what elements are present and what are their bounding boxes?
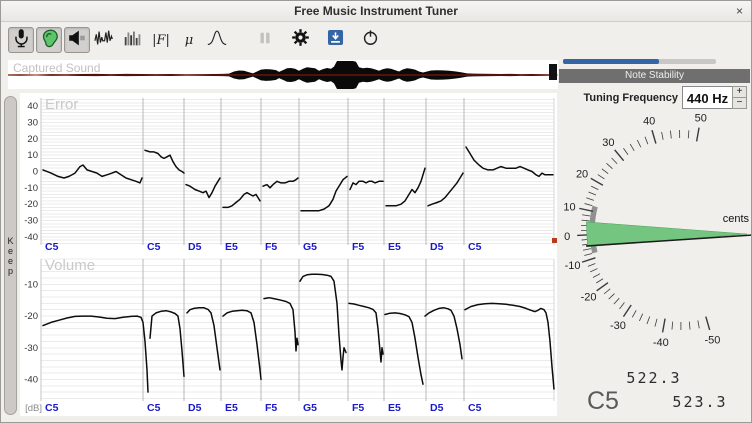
svg-text:20: 20: [27, 134, 38, 145]
waveform-icon: [94, 27, 116, 54]
svg-text:C5: C5: [45, 241, 59, 253]
speaker-icon: [66, 27, 88, 54]
power-button[interactable]: [357, 27, 383, 53]
save-button[interactable]: [322, 27, 348, 53]
title-bar: Free Music Instrument Tuner ×: [1, 1, 751, 22]
cents-gauge: -50 -40 -30 -20 -10 0 10 20 30 40 50 cents: [558, 111, 752, 363]
svg-text:-50: -50: [704, 335, 720, 347]
fourier-icon: |F|: [152, 33, 170, 48]
spectrum-view-button[interactable]: [120, 27, 146, 53]
svg-text:40: 40: [27, 101, 38, 112]
svg-text:[dB]: [dB]: [25, 403, 42, 414]
error-cursor-marker: [552, 238, 557, 243]
svg-text:D5: D5: [430, 241, 444, 253]
histogram-icon: [122, 27, 144, 54]
svg-text:C5: C5: [45, 402, 59, 414]
volume-chart-title: Volume: [45, 257, 95, 274]
fourier-view-button[interactable]: |F|: [148, 27, 174, 53]
charts-panel: Error Volume 40 30 20 10 0 -10 -20 -30 -40 C5 C5 D5…: [20, 93, 557, 416]
tuner-window: Free Music Instrument Tuner × |F| μ: [0, 0, 752, 423]
svg-text:C5: C5: [468, 402, 482, 414]
captured-sound-panel: Captured Sound: [8, 60, 558, 89]
svg-text:F5: F5: [265, 402, 277, 414]
captured-sound-label: Captured Sound: [13, 61, 100, 75]
svg-text:-30: -30: [24, 216, 38, 227]
measured-frequency-display: 522.3: [623, 369, 685, 387]
svg-text:20: 20: [576, 168, 588, 180]
svg-text:F5: F5: [265, 241, 277, 253]
svg-text:0: 0: [33, 167, 38, 178]
settings-button[interactable]: [287, 27, 313, 53]
svg-text:30: 30: [602, 137, 614, 149]
keep-button[interactable]: Keep: [4, 96, 17, 415]
window-title: Free Music Instrument Tuner: [1, 4, 751, 18]
svg-text:D5: D5: [188, 402, 202, 414]
microphone-icon: [10, 27, 32, 54]
waveform-view-button[interactable]: [92, 27, 118, 53]
mu-view-button[interactable]: μ: [176, 27, 202, 53]
tuning-frequency-label: Tuning Frequency: [558, 92, 678, 104]
svg-text:F5: F5: [352, 241, 364, 253]
svg-text:-40: -40: [24, 232, 38, 243]
close-button[interactable]: ×: [736, 4, 743, 18]
svg-text:-10: -10: [24, 183, 38, 194]
note-stability-bar: [563, 59, 716, 64]
svg-text:-30: -30: [24, 343, 38, 354]
svg-text:-30: -30: [610, 320, 626, 332]
error-chart: 40 30 20 10 0 -10 -20 -30 -40 C5 C5 D5 E5 F5 G5 F5 E5 D5 C…: [20, 93, 557, 253]
svg-text:E5: E5: [388, 402, 401, 414]
svg-text:E5: E5: [225, 241, 238, 253]
pause-icon: [256, 29, 274, 52]
listen-button[interactable]: [36, 27, 62, 53]
svg-text:-20: -20: [24, 311, 38, 322]
svg-text:-20: -20: [24, 199, 38, 210]
ear-icon: [38, 27, 60, 54]
svg-text:E5: E5: [225, 402, 238, 414]
tuning-frequency-input[interactable]: 440 Hz: [682, 86, 733, 109]
save-export-icon: [326, 28, 345, 52]
svg-text:-40: -40: [24, 374, 38, 385]
svg-text:40: 40: [643, 116, 655, 128]
svg-text:C5: C5: [147, 402, 161, 414]
svg-text:30: 30: [27, 118, 38, 129]
svg-text:10: 10: [563, 201, 575, 213]
svg-text:D5: D5: [188, 241, 202, 253]
speaker-mute-button[interactable]: [64, 27, 90, 53]
svg-text:-20: -20: [581, 292, 597, 304]
svg-text:0: 0: [564, 231, 570, 243]
svg-text:F5: F5: [352, 402, 364, 414]
microphone-button[interactable]: [8, 27, 34, 53]
svg-text:cents: cents: [723, 213, 750, 225]
svg-text:C5: C5: [468, 241, 482, 253]
svg-text:50: 50: [695, 113, 707, 125]
tuning-decrease-button[interactable]: −: [732, 97, 747, 109]
svg-text:C5: C5: [147, 241, 161, 253]
svg-text:10: 10: [27, 150, 38, 161]
mu-icon: μ: [185, 33, 193, 48]
svg-text:-10: -10: [24, 279, 38, 290]
pause-button[interactable]: [252, 27, 278, 53]
note-stability-header: Note Stability: [559, 69, 750, 83]
target-frequency-display: 523.3: [669, 393, 731, 411]
gaussian-view-button[interactable]: [204, 27, 230, 53]
detected-note-display: C5: [587, 387, 619, 416]
gear-icon: [290, 27, 311, 53]
svg-text:G5: G5: [303, 402, 317, 414]
toolbar: |F| μ: [1, 22, 751, 58]
note-stability-fill: [563, 59, 659, 64]
keep-label: Keep: [7, 236, 13, 276]
bell-curve-icon: [206, 27, 228, 54]
volume-chart: -10-20-30-40[dB]C5C5D5E5F5G5F5E5D5C5: [20, 254, 557, 416]
error-chart-title: Error: [45, 96, 78, 113]
svg-text:D5: D5: [430, 402, 444, 414]
svg-text:-10: -10: [565, 260, 581, 272]
power-icon: [361, 28, 380, 52]
svg-text:G5: G5: [303, 241, 317, 253]
svg-text:-40: -40: [653, 337, 669, 349]
svg-text:E5: E5: [388, 241, 401, 253]
